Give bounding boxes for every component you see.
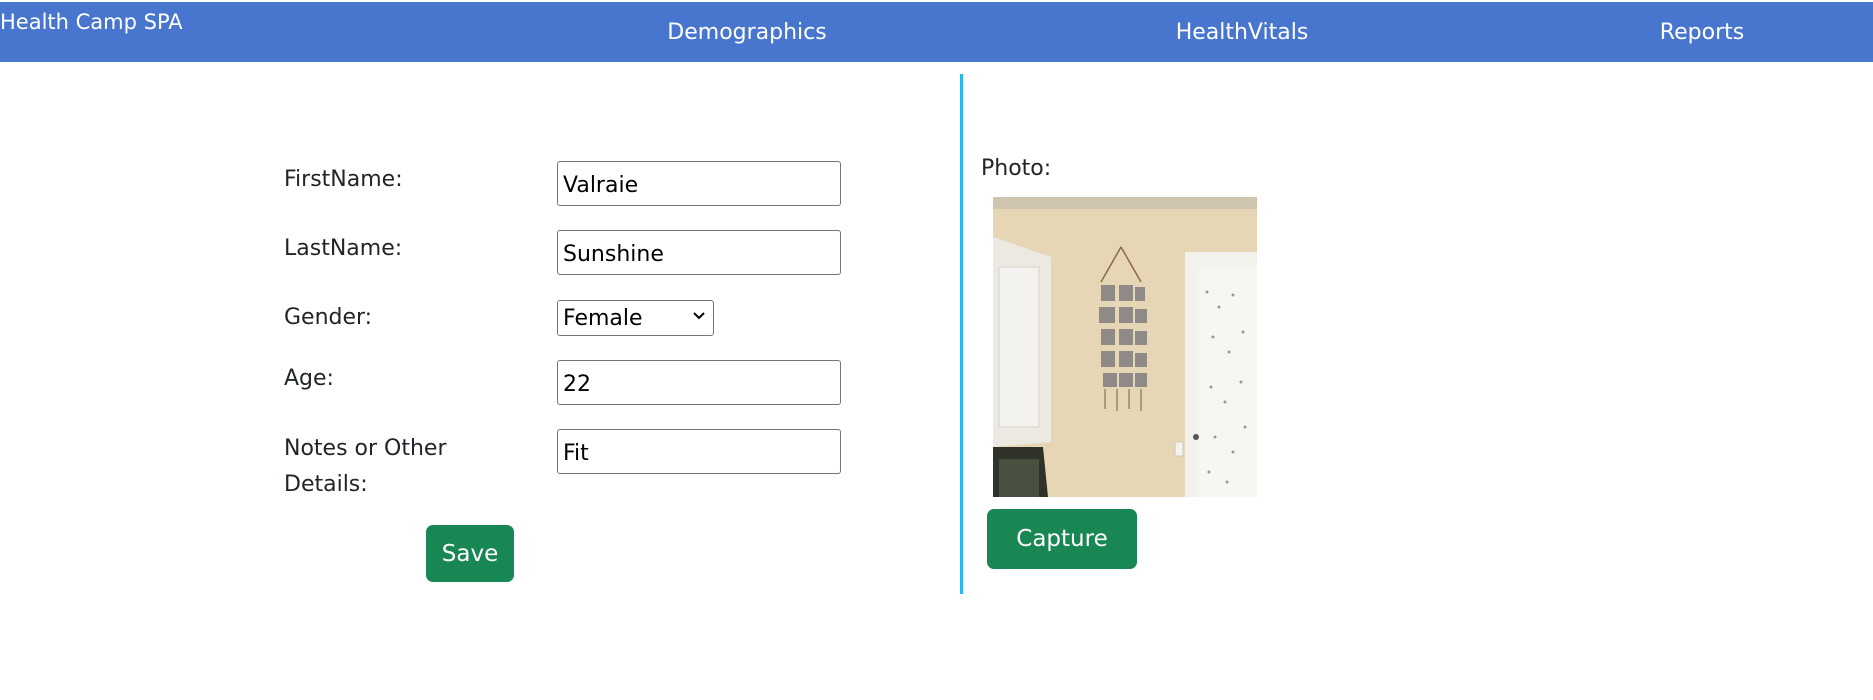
- app-brand[interactable]: Health Camp SPA: [0, 10, 183, 34]
- last-name-input[interactable]: [557, 230, 841, 275]
- last-name-label: LastName:: [284, 236, 403, 261]
- top-navbar: Health Camp SPA Demographics HealthVital…: [0, 2, 1873, 62]
- save-button[interactable]: Save: [426, 525, 514, 582]
- section-divider: [960, 74, 963, 594]
- nav-link-healthvitals[interactable]: HealthVitals: [1176, 20, 1309, 45]
- gender-select[interactable]: Female: [557, 300, 714, 336]
- notes-input[interactable]: [557, 429, 841, 474]
- photo-label: Photo:: [981, 156, 1052, 181]
- age-label: Age:: [284, 366, 334, 391]
- nav-link-reports[interactable]: Reports: [1660, 20, 1744, 45]
- age-input[interactable]: [557, 360, 841, 405]
- gender-label: Gender:: [284, 305, 373, 330]
- first-name-input[interactable]: [557, 161, 841, 206]
- nav-link-demographics[interactable]: Demographics: [667, 20, 826, 45]
- chevron-down-icon: [693, 312, 705, 320]
- first-name-label: FirstName:: [284, 167, 403, 192]
- room-photo-illustration: [993, 197, 1257, 497]
- gender-selected-value: Female: [563, 306, 643, 331]
- notes-label: Notes or Other Details:: [284, 436, 447, 497]
- camera-preview-image: [993, 197, 1257, 497]
- capture-button[interactable]: Capture: [987, 509, 1137, 569]
